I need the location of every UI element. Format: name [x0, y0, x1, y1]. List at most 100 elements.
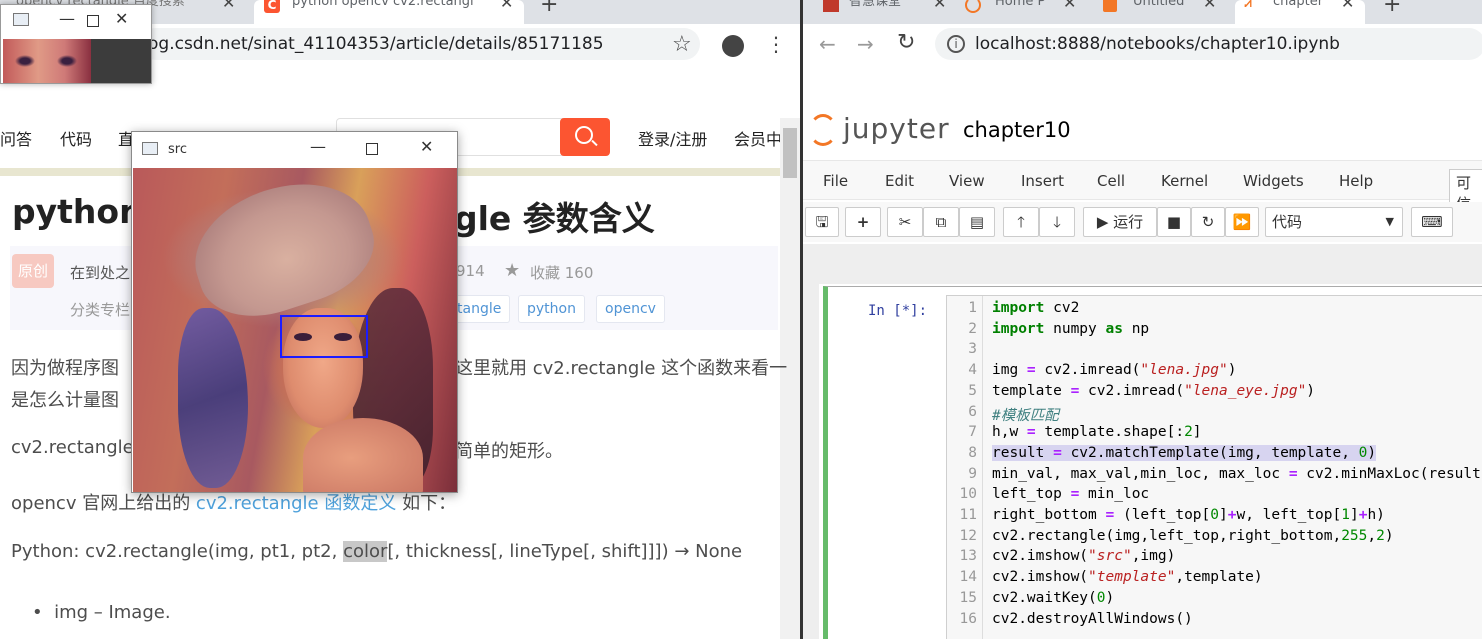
menu-file[interactable]: File — [823, 172, 848, 190]
login-link[interactable]: 登录/注册 — [638, 126, 707, 150]
star-icon[interactable]: ★ — [504, 260, 520, 281]
close-tab-icon[interactable]: ✕ — [500, 0, 513, 11]
line-number: 6 — [968, 403, 977, 420]
menu-kernel[interactable]: Kernel — [1161, 172, 1208, 190]
tag-opencv[interactable]: opencv — [596, 295, 665, 323]
src-window-titlebar[interactable]: src — ✕ — [132, 132, 457, 168]
paste-button[interactable]: ▤ — [959, 207, 995, 237]
profile-icon[interactable] — [722, 35, 744, 57]
menu-help[interactable]: Help — [1339, 172, 1373, 190]
tab-home[interactable]: Home P ✕ — [953, 0, 1093, 24]
restart-button[interactable]: ↻ — [1191, 207, 1225, 237]
code-cell[interactable]: In [*]: 1 import cv2 2 import numpy as np 3 4… — [823, 286, 1482, 639]
tab-untitled[interactable]: Untitled ✕ — [1093, 0, 1233, 24]
right-address-bar: ← → ↻ i localhost:8888/notebooks/chapter… — [803, 24, 1482, 70]
tab-label: Home P — [995, 0, 1046, 9]
tab-csdn-article[interactable]: C python opencv cv2.rectangl ✕ — [254, 0, 524, 24]
save-icon: 🖫 — [815, 213, 829, 231]
lena-image — [133, 168, 457, 492]
member-link[interactable]: 会员中 — [734, 126, 782, 150]
code-line[interactable]: 14 cv2.imshow("template",template) — [947, 569, 1482, 590]
menu-widgets[interactable]: Widgets — [1243, 172, 1304, 190]
restart-run-all-button[interactable]: ⏩ — [1225, 207, 1259, 237]
url-field[interactable]: i localhost:8888/notebooks/chapter10.ipy… — [935, 28, 1482, 60]
jupyter-logo-text[interactable]: jupyter — [843, 112, 950, 145]
code-line[interactable]: 11 right_bottom = (left_top[0]+w, left_to… — [947, 507, 1482, 528]
maximize-icon[interactable] — [87, 15, 99, 27]
code-line[interactable]: 15 cv2.waitKey(0) — [947, 590, 1482, 611]
info-icon[interactable]: i — [947, 35, 965, 53]
code-line[interactable]: 8 result = cv2.matchTemplate(img, templat… — [947, 444, 1482, 466]
window-app-icon — [13, 13, 29, 26]
search-icon-handle — [591, 139, 598, 147]
code-line[interactable]: 6 #模板匹配 — [947, 404, 1482, 425]
left-scroll-thumb[interactable] — [783, 128, 797, 178]
back-icon[interactable]: ← — [819, 32, 836, 56]
move-down-button[interactable]: 🡓 — [1039, 207, 1075, 237]
move-up-button[interactable]: 🡑 — [1003, 207, 1039, 237]
tag-python[interactable]: python — [518, 295, 585, 323]
feather-shape — [178, 308, 248, 488]
code-line[interactable]: 13 cv2.imshow("src",img) — [947, 548, 1482, 569]
close-tab-icon[interactable]: ✕ — [1203, 0, 1216, 11]
author-text[interactable]: 在到处之 — [70, 262, 130, 283]
bookmark-star-icon[interactable]: ☆ — [672, 32, 692, 57]
menu-insert[interactable]: Insert — [1021, 172, 1064, 190]
src-image-window[interactable]: src — ✕ — [131, 131, 458, 493]
code-line[interactable]: 12 cv2.rectangle(img,left_top,right_botto… — [947, 528, 1482, 549]
menu-view[interactable]: View — [949, 172, 985, 190]
maximize-icon[interactable] — [366, 143, 378, 155]
close-icon[interactable]: ✕ — [115, 9, 128, 28]
copy-button[interactable]: ⧉ — [923, 207, 959, 237]
close-tab-icon[interactable]: ✕ — [222, 0, 235, 11]
new-tab-button[interactable]: + — [1383, 0, 1407, 24]
line-number: 5 — [968, 382, 977, 399]
search-button[interactable] — [560, 118, 610, 156]
code-line[interactable]: 3 — [947, 341, 1482, 362]
run-button[interactable]: ▶ 运行 — [1083, 207, 1157, 237]
tab-chapter10[interactable]: Ꮧ chapter ✕ — [1235, 0, 1365, 24]
jupyter-logo-icon[interactable] — [809, 114, 837, 146]
code-line[interactable]: 7 h,w = template.shape[:2] — [947, 424, 1482, 445]
close-tab-icon[interactable]: ✕ — [1063, 0, 1076, 11]
menu-cell[interactable]: Cell — [1097, 172, 1125, 190]
category-label: 分类专栏 — [70, 301, 131, 319]
cut-button[interactable]: ✂ — [887, 207, 923, 237]
command-palette-button[interactable]: ⌨ — [1411, 207, 1453, 237]
insert-cell-button[interactable]: + — [845, 207, 881, 237]
new-tab-button[interactable]: + — [540, 0, 564, 24]
reload-icon[interactable]: ↻ — [897, 30, 915, 55]
code-line[interactable]: 10 left_top = min_loc — [947, 486, 1482, 507]
interrupt-button[interactable]: ■ — [1157, 207, 1191, 237]
nav-code[interactable]: 代码 — [60, 126, 92, 150]
close-icon[interactable]: ✕ — [420, 137, 433, 156]
minimize-icon[interactable]: — — [310, 137, 326, 156]
code-editor[interactable]: 1 import cv2 2 import numpy as np 3 4 img = cv… — [946, 295, 1482, 639]
collect-count[interactable]: 收藏 160 — [530, 262, 593, 283]
tab-zhihui[interactable]: 智慧课堂 ✕ — [811, 0, 951, 24]
url-field[interactable]: og.csdn.net/sinat_41104353/article/detai… — [140, 28, 700, 60]
cell-type-select[interactable]: 代码 ▼ — [1265, 207, 1403, 237]
save-button[interactable]: 🖫 — [805, 207, 839, 237]
kebab-menu-icon[interactable]: ⋮ — [766, 32, 786, 56]
minimize-icon[interactable]: — — [59, 9, 75, 28]
code-line[interactable]: 2 import numpy as np — [947, 321, 1482, 342]
template-window[interactable]: — ✕ — [0, 4, 152, 84]
forward-icon[interactable]: → — [857, 32, 874, 56]
code-line[interactable]: 9 min_val, max_val,min_loc, max_loc = cv2… — [947, 466, 1482, 487]
close-tab-icon[interactable]: ✕ — [933, 0, 946, 11]
code-line[interactable]: 4 img = cv2.imread("lena.jpg") — [947, 362, 1482, 383]
code-text: cv2.imshow("template",template) — [992, 569, 1263, 586]
notebook-name[interactable]: chapter10 — [963, 118, 1071, 142]
paragraph-1-line2: 是怎么计量图 — [11, 390, 119, 411]
close-tab-icon[interactable]: ✕ — [1341, 0, 1354, 11]
code-line[interactable]: 5 template = cv2.imread("lena_eye.jpg") — [947, 383, 1482, 404]
play-icon: ▶ — [1096, 213, 1109, 231]
code-line[interactable]: 1 import cv2 — [947, 300, 1482, 321]
nav-qa[interactable]: 问答 — [0, 126, 32, 150]
code-line[interactable]: 16 cv2.destroyAllWindows() — [947, 611, 1482, 632]
run-label: 运行 — [1113, 213, 1144, 231]
rectangle-def-link[interactable]: cv2.rectangle 函数定义 — [196, 493, 396, 514]
signature-rest: [, thickness[, lineType[, shift]]]) → No… — [387, 541, 743, 562]
menu-edit[interactable]: Edit — [885, 172, 914, 190]
